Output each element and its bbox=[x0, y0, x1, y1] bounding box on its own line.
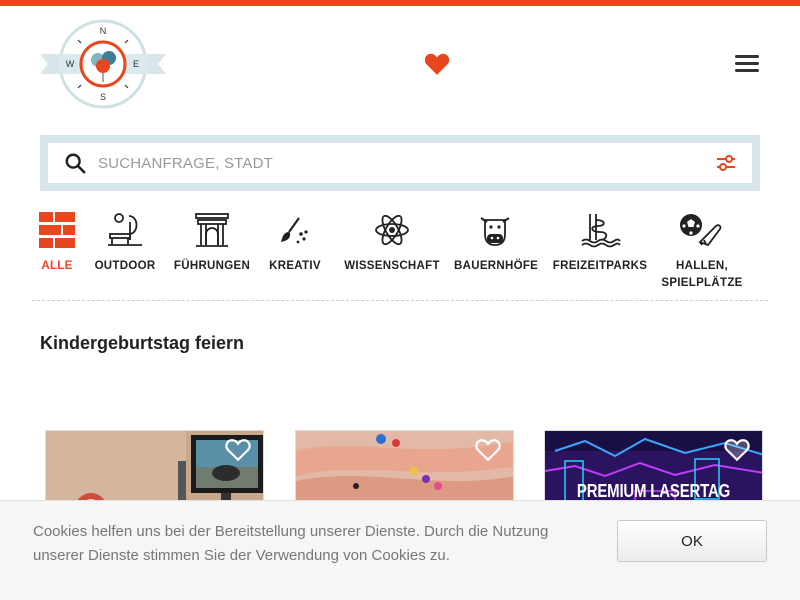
search-icon[interactable] bbox=[64, 152, 86, 174]
building-icon bbox=[195, 213, 229, 247]
category-alle[interactable]: ALLE bbox=[32, 206, 82, 275]
soccer-shoe-icon bbox=[680, 214, 722, 247]
cookie-ok-button[interactable]: OK bbox=[617, 520, 767, 562]
filter-sliders-icon[interactable] bbox=[716, 154, 736, 172]
logo-letter-n: N bbox=[100, 26, 107, 36]
cow-icon bbox=[480, 217, 510, 246]
atom-icon bbox=[375, 214, 409, 246]
cookie-banner: Cookies helfen uns bei der Bereitstellun… bbox=[0, 500, 800, 600]
category-label: BAUERNHÖFE bbox=[454, 260, 539, 272]
logo-letter-e: E bbox=[133, 59, 139, 69]
cookie-text: Cookies helfen uns bei der Bereitstellun… bbox=[33, 523, 549, 564]
top-accent-bar bbox=[0, 0, 800, 6]
category-label: WISSENSCHAFT bbox=[344, 260, 440, 272]
favorites-heart-icon[interactable] bbox=[424, 52, 450, 76]
card-overlay-text: PREMIUM LASERTAG bbox=[576, 481, 731, 502]
category-kreativ[interactable]: KREATIV bbox=[264, 206, 326, 275]
category-hallen-spielplaetze[interactable]: HALLEN, SPIELPLÄTZE bbox=[658, 206, 746, 292]
logo[interactable]: N E S W bbox=[38, 18, 168, 110]
card-favorite-heart-icon[interactable] bbox=[225, 438, 251, 462]
paintbrush-icon bbox=[281, 217, 308, 244]
category-label: KREATIV bbox=[269, 260, 321, 272]
category-label: HALLEN, SPIELPLÄTZE bbox=[661, 260, 743, 289]
search-input[interactable] bbox=[98, 143, 698, 183]
outdoor-bench-icon bbox=[108, 213, 142, 246]
category-bauernhoefe[interactable]: BAUERNHÖFE bbox=[454, 206, 539, 275]
hamburger-menu-icon[interactable] bbox=[735, 55, 759, 75]
waterslide-icon bbox=[581, 214, 621, 248]
category-bar: ALLE OUTDOOR FÜHRUNGEN KREATIV WISSENSCH… bbox=[32, 206, 768, 301]
card-favorite-heart-icon[interactable] bbox=[475, 438, 501, 462]
search-box bbox=[48, 143, 752, 183]
category-freizeitparks[interactable]: FREIZEITPARKS bbox=[550, 206, 650, 275]
category-label: OUTDOOR bbox=[94, 260, 156, 272]
search-bar bbox=[40, 135, 760, 191]
category-wissenschaft[interactable]: WISSENSCHAFT bbox=[338, 206, 446, 275]
page-heading: Kindergeburtstag feiern bbox=[40, 333, 245, 353]
category-label: FREIZEITPARKS bbox=[552, 260, 648, 272]
category-fuehrungen[interactable]: FÜHRUNGEN bbox=[172, 206, 252, 275]
logo-letter-w: W bbox=[66, 59, 75, 69]
category-label: FÜHRUNGEN bbox=[173, 260, 251, 272]
logo-letter-s: S bbox=[100, 92, 106, 102]
card-favorite-heart-icon[interactable] bbox=[724, 438, 750, 462]
category-label: ALLE bbox=[41, 260, 73, 272]
category-outdoor[interactable]: OUTDOOR bbox=[88, 206, 162, 275]
grid-icon bbox=[39, 212, 75, 248]
